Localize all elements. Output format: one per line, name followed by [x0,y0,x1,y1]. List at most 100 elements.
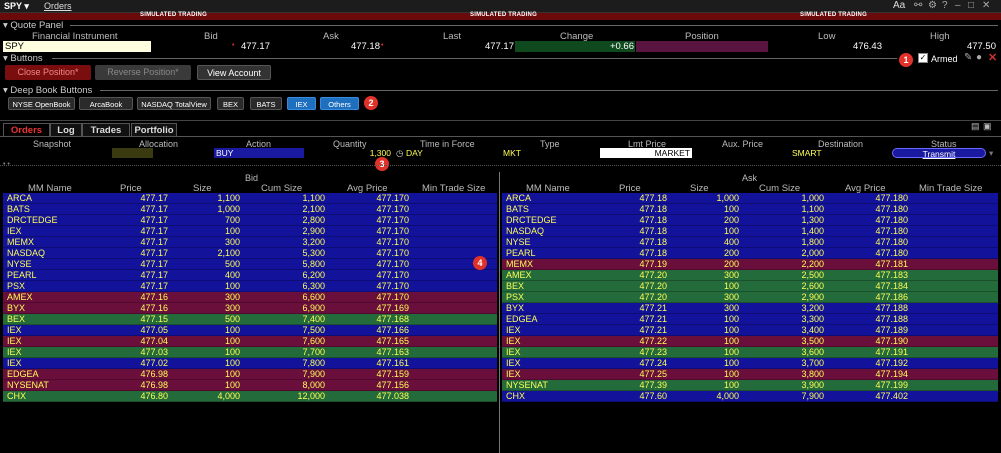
bid-row[interactable]: BATS 477.17 1,000 2,100 477.170 [3,204,497,215]
bid-row[interactable]: NYSE 477.17 500 5,800 477.170 [3,259,497,270]
maximize-icon[interactable]: □ [968,0,974,11]
ask-row[interactable]: AMEX 477.20 300 2,500 477.183 [502,270,998,281]
instrument-field[interactable]: SPY [3,41,151,52]
bid-row[interactable]: MEMX 477.17 300 3,200 477.170 [3,237,497,248]
bid-row[interactable]: NASDAQ 477.17 2,100 5,300 477.170 [3,248,497,259]
bid-row[interactable]: IEX 477.05 100 7,500 477.166 [3,325,497,336]
symbol-dropdown[interactable]: SPY ▾ [4,1,29,12]
bid-row[interactable]: DRCTEDGE 477.17 700 2,800 477.170 [3,215,497,226]
ask-cum-cell: 3,700 [801,358,824,368]
view-account-button[interactable]: View Account [197,65,271,80]
bid-avg-cell: 477.165 [376,336,409,346]
ask-row[interactable]: IEX 477.25 100 3,800 477.194 [502,369,998,380]
quote-panel-header[interactable]: ▾ Quote Panel [3,20,63,31]
ask-row[interactable]: BEX 477.20 100 2,600 477.184 [502,281,998,292]
ask-row[interactable]: NYSE 477.18 400 1,800 477.180 [502,237,998,248]
bid-mm-cell: NASDAQ [7,248,46,258]
bid-row[interactable]: BYX 477.16 300 6,900 477.169 [3,303,497,314]
font-size-button[interactable]: Aa [893,0,905,11]
quantity-field[interactable]: 1,300 [355,148,391,158]
remove-icon[interactable]: ✕ [988,51,997,64]
ask-cum-cell: 2,200 [801,259,824,269]
bid-row[interactable]: ARCA 477.17 1,100 1,100 477.170 [3,193,497,204]
export-icon[interactable]: ▤ [971,121,980,132]
chevron-down-icon[interactable]: ▾ [989,148,993,158]
ask-row[interactable]: MEMX 477.19 200 2,200 477.181 [502,259,998,270]
ask-row[interactable]: DRCTEDGE 477.18 200 1,300 477.180 [502,215,998,226]
gear-icon[interactable]: ⚙ [928,0,937,11]
bid-row[interactable]: IEX 477.03 100 7,700 477.163 [3,347,497,358]
reverse-position-button[interactable]: Reverse Position* [95,65,191,80]
ask-row[interactable]: BATS 477.18 100 1,100 477.180 [502,204,998,215]
link-icon[interactable]: ⚯ [914,0,922,11]
ask-row[interactable]: ARCA 477.18 1,000 1,000 477.180 [502,193,998,204]
tab-orders[interactable]: Orders [3,123,50,136]
ask-cum-cell: 1,400 [801,226,824,236]
minimize-icon[interactable]: – [955,0,961,11]
ask-row[interactable]: NASDAQ 477.18 100 1,400 477.180 [502,226,998,237]
tab-trades[interactable]: Trades [82,123,130,136]
tab-portfolio[interactable]: Portfolio [131,123,177,136]
sim-label: SIMULATED TRADING [800,12,867,18]
pin-icon[interactable]: ✎ [964,52,972,63]
bid-row[interactable]: IEX 477.02 100 7,800 477.161 [3,358,497,369]
ask-row[interactable]: CHX 477.60 4,000 7,900 477.402 [502,391,998,402]
bid-price-cell: 476.98 [140,369,168,379]
bid-row[interactable]: IEX 477.04 100 7,600 477.165 [3,336,497,347]
bid-row[interactable]: EDGEA 476.98 100 7,900 477.159 [3,369,497,380]
ask-size-cell: 100 [723,369,739,379]
bex-button[interactable]: BEX [217,97,244,110]
bid-row[interactable]: NYSENAT 476.98 100 8,000 477.156 [3,380,497,391]
ask-price-cell: 477.21 [639,325,667,335]
destination-field[interactable]: SMART [792,148,822,158]
ask-row[interactable]: IEX 477.24 100 3,700 477.192 [502,358,998,369]
bid-row[interactable]: IEX 477.17 100 2,900 477.170 [3,226,497,237]
arcabook-button[interactable]: ArcaBook [79,97,133,110]
nasdaq-totalview-button[interactable]: NASDAQ TotalView [137,97,211,110]
settings-icon[interactable]: ▣ [983,121,992,132]
others-button[interactable]: Others [320,97,359,110]
orders-link[interactable]: Orders [44,1,72,11]
divider [70,25,998,26]
close-position-button[interactable]: Close Position* [5,65,91,80]
ask-row[interactable]: IEX 477.23 100 3,600 477.191 [502,347,998,358]
type-field[interactable]: MKT [503,148,521,158]
bats-button[interactable]: BATS [250,97,282,110]
bid-book-title: Bid [245,173,259,183]
lmt-price-field[interactable]: MARKET [600,148,692,158]
ask-row[interactable]: BYX 477.21 300 3,200 477.188 [502,303,998,314]
ask-size-cell: 4,000 [716,391,739,401]
nyse-openbook-button[interactable]: NYSE OpenBook [8,97,75,110]
buttons-panel-header[interactable]: ▾ Buttons [3,53,43,64]
bid-size-cell: 300 [224,303,240,313]
ask-row[interactable]: NYSENAT 477.39 100 3,900 477.199 [502,380,998,391]
ask-mm-cell: IEX [506,336,521,346]
transmit-button[interactable]: Transmit [892,148,986,159]
globe-icon[interactable]: ● [976,52,982,63]
ask-row[interactable]: PEARL 477.18 200 2,000 477.180 [502,248,998,259]
bid-row[interactable]: AMEX 477.16 300 6,600 477.170 [3,292,497,303]
ask-row[interactable]: EDGEA 477.21 100 3,300 477.188 [502,314,998,325]
bid-size-cell: 300 [224,292,240,302]
bid-row[interactable]: PEARL 477.17 400 6,200 477.170 [3,270,497,281]
action-field[interactable]: BUY [214,148,304,158]
bid-size-cell: 300 [224,237,240,247]
bid-row[interactable]: CHX 476.80 4,000 12,000 477.038 [3,391,497,402]
bid-size-cell: 400 [224,270,240,280]
ask-row[interactable]: IEX 477.21 100 3,400 477.189 [502,325,998,336]
iex-button[interactable]: IEX [287,97,316,110]
ask-row[interactable]: IEX 477.22 100 3,500 477.190 [502,336,998,347]
help-icon[interactable]: ? [942,0,948,11]
bid-cum-cell: 7,400 [302,314,325,324]
bid-row[interactable]: PSX 477.17 100 6,300 477.170 [3,281,497,292]
allocation-field[interactable] [112,148,153,158]
tab-log[interactable]: Log [50,123,82,136]
deep-book-header[interactable]: ▾ Deep Book Buttons [3,85,92,96]
close-icon[interactable]: ✕ [982,0,990,11]
ask-avg-cell: 477.186 [875,292,908,302]
armed-checkbox[interactable]: ✓ [918,53,928,63]
bid-row[interactable]: BEX 477.15 500 7,400 477.168 [3,314,497,325]
ask-row[interactable]: PSX 477.20 300 2,900 477.186 [502,292,998,303]
tif-field[interactable]: DAY [406,148,423,158]
bid-avg-cell: 477.170 [376,226,409,236]
